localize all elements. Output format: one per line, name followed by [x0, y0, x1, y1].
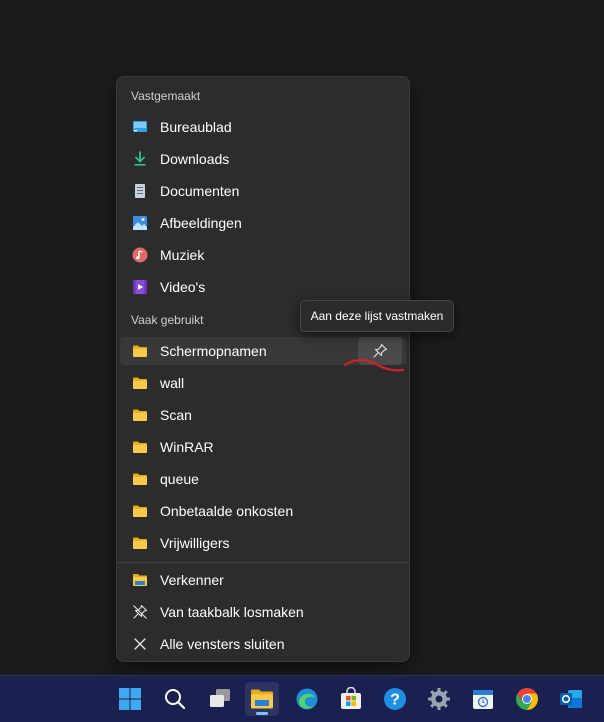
folder-icon: [132, 375, 148, 391]
folder-icon: [132, 471, 148, 487]
frequent-item-label: queue: [160, 471, 199, 487]
chrome-icon: [516, 688, 538, 710]
pinned-item-videos[interactable]: Video's: [120, 273, 406, 301]
download-icon: [132, 151, 148, 167]
active-indicator: [256, 712, 268, 715]
action-label: Van taakbalk losmaken: [160, 604, 304, 620]
pictures-icon: [132, 215, 148, 231]
file-explorer-icon: [251, 689, 273, 709]
help-taskbar[interactable]: ?: [378, 682, 412, 716]
frequent-item-label: Scan: [160, 407, 192, 423]
red-annotation-stroke: [343, 358, 405, 372]
action-close-all-windows[interactable]: Alle vensters sluiten: [120, 630, 406, 658]
pinned-item-bureaublad[interactable]: Bureaublad: [120, 113, 406, 141]
folder-icon: [132, 535, 148, 551]
search-icon: [165, 689, 186, 710]
file-explorer-taskbar[interactable]: [245, 682, 279, 716]
settings-taskbar[interactable]: [422, 682, 456, 716]
outlook-taskbar[interactable]: [554, 682, 588, 716]
pinned-item-label: Afbeeldingen: [160, 215, 242, 231]
store-icon: [341, 687, 361, 709]
store-taskbar[interactable]: [334, 682, 368, 716]
pinned-item-label: Downloads: [160, 151, 230, 167]
desktop-icon: [132, 119, 148, 135]
frequent-item-label: wall: [160, 375, 185, 391]
frequent-item-queue[interactable]: queue: [120, 465, 406, 493]
edge-icon: [296, 688, 318, 710]
pinned-item-documenten[interactable]: Documenten: [120, 177, 406, 205]
calendar-taskbar[interactable]: [466, 682, 500, 716]
folder-icon: [132, 407, 148, 423]
frequent-item-scan[interactable]: Scan: [120, 401, 406, 429]
windows-logo-icon: [119, 688, 141, 710]
outlook-icon: [560, 690, 582, 708]
video-icon: [132, 279, 148, 295]
frequent-item-winrar[interactable]: WinRAR: [120, 433, 406, 461]
taskbar: ?: [0, 675, 604, 722]
frequent-item-vrijwilligers[interactable]: Vrijwilligers: [120, 529, 406, 557]
pin-tooltip: Aan deze lijst vastmaken: [300, 300, 454, 332]
action-label: Verkenner: [160, 572, 224, 588]
file-explorer-icon: [132, 572, 148, 588]
help-icon: ?: [384, 688, 406, 710]
action-verkenner[interactable]: Verkenner: [120, 566, 406, 594]
pinned-item-label: Video's: [160, 279, 206, 295]
frequent-item-label: WinRAR: [160, 439, 214, 455]
edge-taskbar[interactable]: [290, 682, 324, 716]
music-icon: [132, 247, 148, 263]
svg-text:?: ?: [390, 692, 400, 709]
frequent-item-label: Schermopnamen: [160, 343, 267, 359]
unpin-icon: [132, 604, 148, 620]
action-label: Alle vensters sluiten: [160, 636, 285, 652]
search-button[interactable]: [158, 682, 192, 716]
close-icon: [132, 636, 148, 652]
action-unpin-from-taskbar[interactable]: Van taakbalk losmaken: [120, 598, 406, 626]
folder-icon: [132, 503, 148, 519]
pinned-item-downloads[interactable]: Downloads: [120, 145, 406, 173]
chrome-taskbar[interactable]: [510, 682, 544, 716]
pinned-item-afbeeldingen[interactable]: Afbeeldingen: [120, 209, 406, 237]
calendar-icon: [473, 690, 493, 709]
frequent-item-onbetaalde-onkosten[interactable]: Onbetaalde onkosten: [120, 497, 406, 525]
document-icon: [132, 183, 148, 199]
start-button[interactable]: [113, 682, 147, 716]
task-view-icon: [210, 689, 230, 707]
folder-icon: [132, 439, 148, 455]
pinned-item-label: Muziek: [160, 247, 205, 263]
pinned-item-label: Documenten: [160, 183, 240, 199]
folder-icon: [132, 343, 148, 359]
pinned-header: Vastgemaakt: [131, 89, 201, 103]
gear-icon: [428, 688, 450, 710]
pinned-item-muziek[interactable]: Muziek: [120, 241, 406, 269]
frequent-header: Vaak gebruikt: [131, 313, 204, 327]
frequent-item-label: Vrijwilligers: [160, 535, 230, 551]
task-view-button[interactable]: [203, 682, 237, 716]
divider: [117, 562, 409, 563]
pinned-item-label: Bureaublad: [160, 119, 232, 135]
frequent-item-label: Onbetaalde onkosten: [160, 503, 294, 519]
